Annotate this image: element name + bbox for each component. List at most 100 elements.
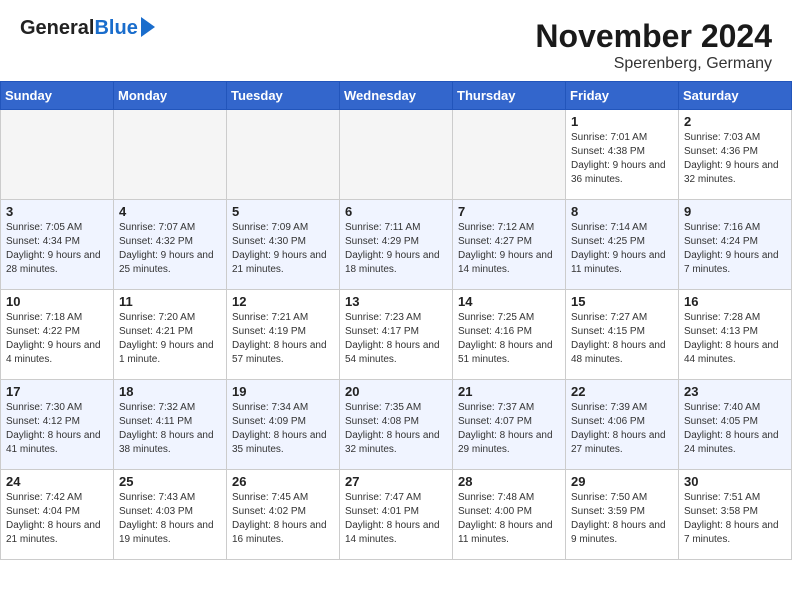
day-number: 1	[571, 114, 673, 129]
day-number: 7	[458, 204, 560, 219]
logo-general: General	[20, 18, 94, 38]
week-row-4: 17 Sunrise: 7:30 AM Sunset: 4:12 PM Dayli…	[1, 380, 792, 470]
title-block: November 2024 Sperenberg, Germany	[535, 18, 772, 73]
day-info: Sunrise: 7:40 AM Sunset: 4:05 PM Dayligh…	[684, 401, 786, 457]
day-info: Sunrise: 7:34 AM Sunset: 4:09 PM Dayligh…	[232, 401, 334, 457]
day-cell-23: 23Sunrise: 7:40 AM Sunset: 4:05 PM Dayli…	[679, 380, 792, 470]
day-cell-20: 20Sunrise: 7:35 AM Sunset: 4:08 PM Dayli…	[340, 380, 453, 470]
day-number: 8	[571, 204, 673, 219]
logo-blue: Blue	[94, 18, 137, 38]
day-info: Sunrise: 7:01 AM Sunset: 4:38 PM Dayligh…	[571, 131, 673, 187]
page-header: General Blue November 2024 Sperenberg, G…	[0, 0, 792, 81]
day-cell-30: 30 Sunrise: 7:51 AM Sunset: 3:58 PM Dayli…	[679, 470, 792, 560]
day-number: 19	[232, 384, 334, 399]
day-cell-19: 19 Sunrise: 7:34 AM Sunset: 4:09 PM Dayli…	[227, 380, 340, 470]
day-number: 26	[232, 474, 334, 489]
day-info: Sunrise: 7:25 AM Sunset: 4:16 PM Dayligh…	[458, 311, 560, 367]
day-info: Sunrise: 7:07 AM Sunset: 4:32 PM Dayligh…	[119, 221, 221, 277]
empty-cell	[1, 110, 114, 200]
day-cell-24: 24 Sunrise: 7:42 AM Sunset: 4:04 PM Dayli…	[1, 470, 114, 560]
location: Sperenberg, Germany	[535, 55, 772, 73]
day-info: Sunrise: 7:18 AM Sunset: 4:22 PM Dayligh…	[6, 311, 108, 367]
day-number: 14	[458, 294, 560, 309]
day-info: Sunrise: 7:16 AM Sunset: 4:24 PM Dayligh…	[684, 221, 786, 277]
day-info: Sunrise: 7:14 AM Sunset: 4:25 PM Dayligh…	[571, 221, 673, 277]
day-number: 6	[345, 204, 447, 219]
week-row-1: 1 Sunrise: 7:01 AM Sunset: 4:38 PM Daylig…	[1, 110, 792, 200]
day-number: 16	[684, 294, 786, 309]
logo: General Blue	[20, 18, 155, 38]
day-info: Sunrise: 7:51 AM Sunset: 3:58 PM Dayligh…	[684, 491, 786, 547]
day-cell-17: 17 Sunrise: 7:30 AM Sunset: 4:12 PM Dayli…	[1, 380, 114, 470]
day-cell-15: 15Sunrise: 7:27 AM Sunset: 4:15 PM Dayli…	[566, 290, 679, 380]
empty-cell	[453, 110, 566, 200]
day-cell-3: 3Sunrise: 7:05 AM Sunset: 4:34 PM Daylig…	[1, 200, 114, 290]
day-number: 27	[345, 474, 447, 489]
weekday-header-sunday: Sunday	[1, 82, 114, 110]
day-info: Sunrise: 7:50 AM Sunset: 3:59 PM Dayligh…	[571, 491, 673, 547]
day-cell-5: 5 Sunrise: 7:09 AM Sunset: 4:30 PM Daylig…	[227, 200, 340, 290]
day-cell-22: 22 Sunrise: 7:39 AM Sunset: 4:06 PM Dayli…	[566, 380, 679, 470]
day-cell-29: 29 Sunrise: 7:50 AM Sunset: 3:59 PM Dayli…	[566, 470, 679, 560]
day-number: 24	[6, 474, 108, 489]
day-cell-10: 10Sunrise: 7:18 AM Sunset: 4:22 PM Dayli…	[1, 290, 114, 380]
day-cell-26: 26 Sunrise: 7:45 AM Sunset: 4:02 PM Dayli…	[227, 470, 340, 560]
day-number: 22	[571, 384, 673, 399]
day-cell-9: 9 Sunrise: 7:16 AM Sunset: 4:24 PM Daylig…	[679, 200, 792, 290]
day-info: Sunrise: 7:09 AM Sunset: 4:30 PM Dayligh…	[232, 221, 334, 277]
day-cell-14: 14 Sunrise: 7:25 AM Sunset: 4:16 PM Dayli…	[453, 290, 566, 380]
day-number: 2	[684, 114, 786, 129]
day-cell-13: 13 Sunrise: 7:23 AM Sunset: 4:17 PM Dayli…	[340, 290, 453, 380]
day-info: Sunrise: 7:48 AM Sunset: 4:00 PM Dayligh…	[458, 491, 560, 547]
day-cell-25: 25Sunrise: 7:43 AM Sunset: 4:03 PM Dayli…	[114, 470, 227, 560]
weekday-header-row: SundayMondayTuesdayWednesdayThursdayFrid…	[1, 82, 792, 110]
day-number: 28	[458, 474, 560, 489]
week-row-3: 10Sunrise: 7:18 AM Sunset: 4:22 PM Dayli…	[1, 290, 792, 380]
day-cell-1: 1 Sunrise: 7:01 AM Sunset: 4:38 PM Daylig…	[566, 110, 679, 200]
day-cell-21: 21Sunrise: 7:37 AM Sunset: 4:07 PM Dayli…	[453, 380, 566, 470]
weekday-header-monday: Monday	[114, 82, 227, 110]
day-number: 30	[684, 474, 786, 489]
empty-cell	[114, 110, 227, 200]
day-info: Sunrise: 7:11 AM Sunset: 4:29 PM Dayligh…	[345, 221, 447, 277]
day-info: Sunrise: 7:45 AM Sunset: 4:02 PM Dayligh…	[232, 491, 334, 547]
week-row-2: 3Sunrise: 7:05 AM Sunset: 4:34 PM Daylig…	[1, 200, 792, 290]
day-cell-16: 16 Sunrise: 7:28 AM Sunset: 4:13 PM Dayli…	[679, 290, 792, 380]
day-number: 11	[119, 294, 221, 309]
day-number: 12	[232, 294, 334, 309]
day-number: 13	[345, 294, 447, 309]
weekday-header-saturday: Saturday	[679, 82, 792, 110]
day-info: Sunrise: 7:12 AM Sunset: 4:27 PM Dayligh…	[458, 221, 560, 277]
day-number: 4	[119, 204, 221, 219]
calendar-table: SundayMondayTuesdayWednesdayThursdayFrid…	[0, 81, 792, 560]
weekday-header-friday: Friday	[566, 82, 679, 110]
day-cell-7: 7 Sunrise: 7:12 AM Sunset: 4:27 PM Daylig…	[453, 200, 566, 290]
day-cell-4: 4 Sunrise: 7:07 AM Sunset: 4:32 PM Daylig…	[114, 200, 227, 290]
day-cell-18: 18Sunrise: 7:32 AM Sunset: 4:11 PM Dayli…	[114, 380, 227, 470]
day-number: 17	[6, 384, 108, 399]
day-info: Sunrise: 7:23 AM Sunset: 4:17 PM Dayligh…	[345, 311, 447, 367]
day-number: 5	[232, 204, 334, 219]
day-info: Sunrise: 7:32 AM Sunset: 4:11 PM Dayligh…	[119, 401, 221, 457]
day-info: Sunrise: 7:28 AM Sunset: 4:13 PM Dayligh…	[684, 311, 786, 367]
day-info: Sunrise: 7:39 AM Sunset: 4:06 PM Dayligh…	[571, 401, 673, 457]
day-info: Sunrise: 7:37 AM Sunset: 4:07 PM Dayligh…	[458, 401, 560, 457]
day-cell-12: 12Sunrise: 7:21 AM Sunset: 4:19 PM Dayli…	[227, 290, 340, 380]
day-number: 29	[571, 474, 673, 489]
empty-cell	[340, 110, 453, 200]
day-info: Sunrise: 7:20 AM Sunset: 4:21 PM Dayligh…	[119, 311, 221, 367]
week-row-5: 24 Sunrise: 7:42 AM Sunset: 4:04 PM Dayli…	[1, 470, 792, 560]
day-cell-27: 27Sunrise: 7:47 AM Sunset: 4:01 PM Dayli…	[340, 470, 453, 560]
day-number: 9	[684, 204, 786, 219]
weekday-header-wednesday: Wednesday	[340, 82, 453, 110]
day-number: 3	[6, 204, 108, 219]
day-cell-11: 11 Sunrise: 7:20 AM Sunset: 4:21 PM Dayli…	[114, 290, 227, 380]
day-number: 20	[345, 384, 447, 399]
weekday-header-thursday: Thursday	[453, 82, 566, 110]
day-info: Sunrise: 7:03 AM Sunset: 4:36 PM Dayligh…	[684, 131, 786, 187]
day-info: Sunrise: 7:30 AM Sunset: 4:12 PM Dayligh…	[6, 401, 108, 457]
day-cell-2: 2 Sunrise: 7:03 AM Sunset: 4:36 PM Daylig…	[679, 110, 792, 200]
day-info: Sunrise: 7:42 AM Sunset: 4:04 PM Dayligh…	[6, 491, 108, 547]
month-title: November 2024	[535, 18, 772, 55]
weekday-header-tuesday: Tuesday	[227, 82, 340, 110]
